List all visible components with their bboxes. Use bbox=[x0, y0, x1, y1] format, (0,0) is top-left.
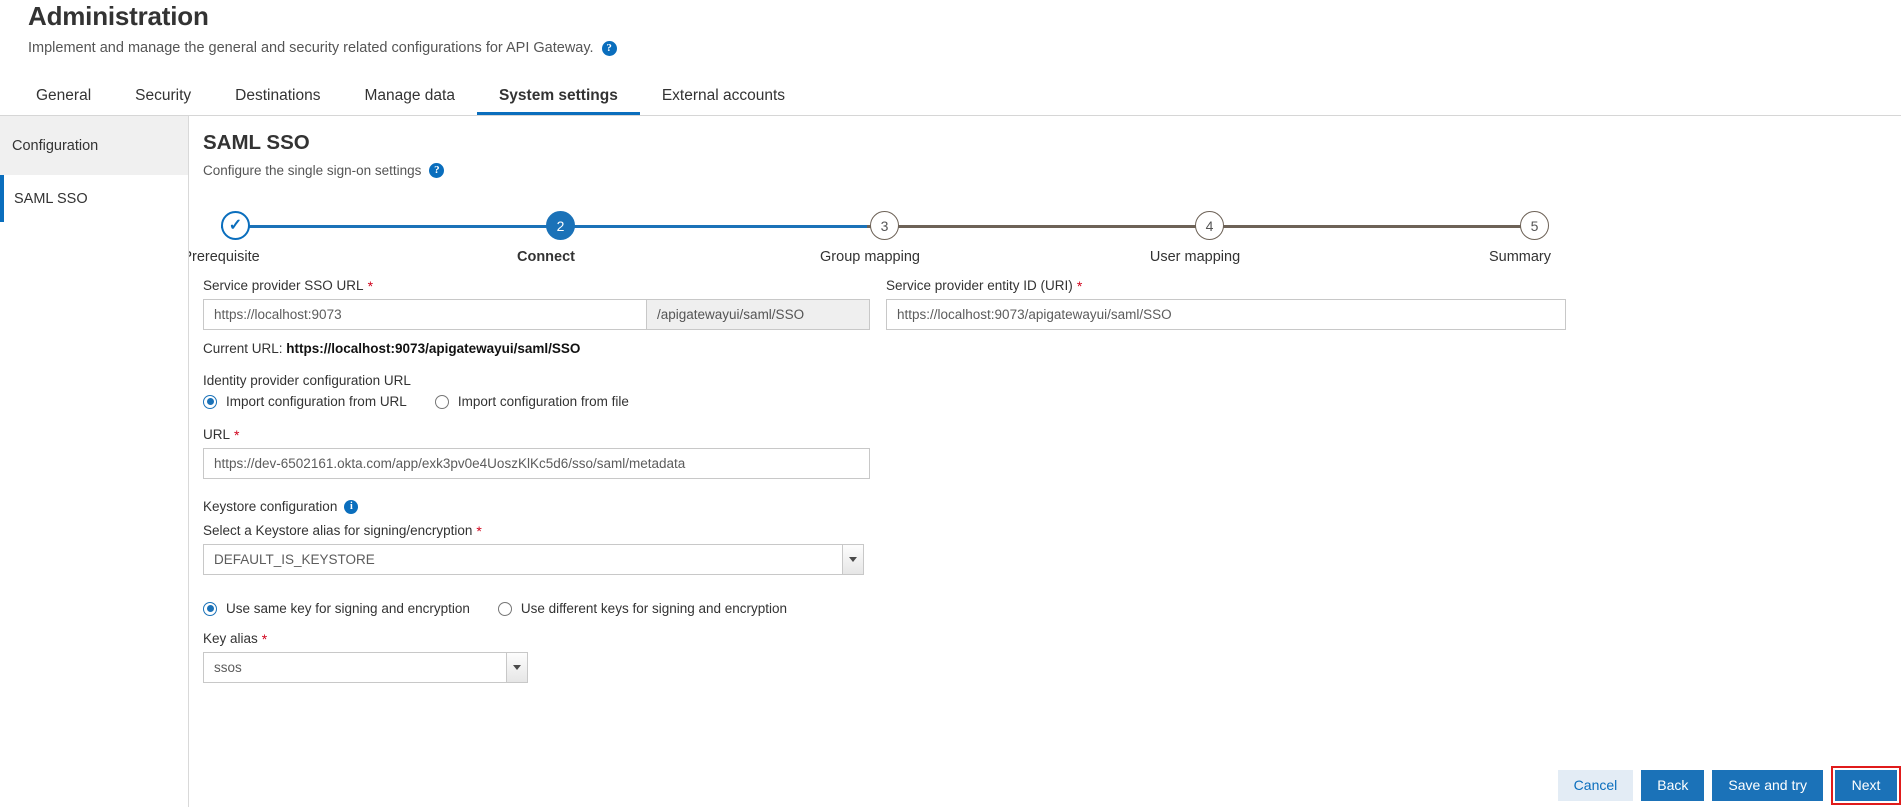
page-subtitle-text: Implement and manage the general and sec… bbox=[28, 40, 594, 56]
step-1-label: Prerequisite bbox=[189, 249, 260, 265]
key-alias-select[interactable]: ssos bbox=[203, 652, 528, 683]
step-3-label: Group mapping bbox=[820, 249, 920, 265]
sp-sso-url-suffix: /apigatewayui/saml/SSO bbox=[646, 299, 870, 330]
step-3-number: 3 bbox=[880, 217, 889, 234]
main-content: SAML SSO Configure the single sign-on se… bbox=[189, 116, 1901, 807]
step-1-circle: ✓ bbox=[221, 211, 250, 240]
page-body: Configuration SAML SSO SAML SSO Configur… bbox=[0, 116, 1901, 807]
step-2-number: 2 bbox=[556, 217, 565, 234]
sp-entity-id-label-text: Service provider entity ID (URI) bbox=[886, 278, 1073, 293]
key-alias-group: Key alias * ssos bbox=[203, 631, 1901, 687]
wizard-footer: Cancel Back Save and try Next bbox=[1557, 766, 1901, 805]
sidebar-item-label: SAML SSO bbox=[14, 190, 88, 207]
sp-entity-id-group: Service provider entity ID (URI) * bbox=[886, 278, 1566, 356]
sidebar-group-configuration: Configuration bbox=[0, 116, 188, 175]
current-url-value: https://localhost:9073/apigatewayui/saml… bbox=[286, 341, 581, 356]
next-button-highlight: Next bbox=[1831, 766, 1901, 805]
section-title: SAML SSO bbox=[203, 131, 310, 154]
sp-sso-url-label: Service provider SSO URL * bbox=[203, 278, 870, 293]
required-marker: * bbox=[476, 522, 482, 539]
help-icon[interactable]: ? bbox=[601, 40, 617, 56]
wizard-stepper: ✓ Prerequisite 2 Connect 3 Group mapping… bbox=[189, 196, 1551, 272]
sp-sso-url-label-text: Service provider SSO URL bbox=[203, 278, 364, 293]
key-alias-value: ssos bbox=[214, 660, 242, 675]
sidebar: Configuration SAML SSO bbox=[0, 116, 189, 807]
page-subtitle: Implement and manage the general and sec… bbox=[28, 40, 1901, 56]
tab-manage-data[interactable]: Manage data bbox=[342, 78, 477, 115]
connect-form: Service provider SSO URL * /apigatewayui… bbox=[203, 278, 1901, 687]
chevron-down-icon[interactable] bbox=[506, 653, 527, 682]
section-subtitle: Configure the single sign-on settings ? bbox=[203, 163, 1901, 178]
sp-entity-id-label: Service provider entity ID (URI) * bbox=[886, 278, 1566, 293]
step-2-label: Connect bbox=[517, 249, 575, 265]
idp-config-url-label: Identity provider configuration URL bbox=[203, 373, 411, 388]
sp-sso-url-input[interactable] bbox=[203, 299, 646, 330]
required-marker: * bbox=[1076, 277, 1083, 294]
back-button[interactable]: Back bbox=[1641, 770, 1705, 801]
url-input[interactable] bbox=[203, 448, 870, 479]
step-5-number: 5 bbox=[1530, 217, 1539, 234]
keystore-alias-label: Select a Keystore alias for signing/encr… bbox=[203, 523, 1901, 538]
keystore-configuration-section: Keystore configuration i Select a Keysto… bbox=[203, 499, 1901, 579]
key-usage-radios: Use same key for signing and encryption … bbox=[203, 601, 1901, 616]
radio-import-from-file-label[interactable]: Import configuration from file bbox=[458, 394, 629, 409]
radio-same-key-label[interactable]: Use same key for signing and encryption bbox=[226, 601, 470, 616]
keystore-configuration-heading: Keystore configuration i bbox=[203, 499, 1901, 514]
main-tabs: General Security Destinations Manage dat… bbox=[0, 78, 1901, 116]
form-row-urls: Service provider SSO URL * /apigatewayui… bbox=[203, 278, 1901, 356]
radio-import-from-url-label[interactable]: Import configuration from URL bbox=[226, 394, 407, 409]
radio-import-from-url[interactable] bbox=[203, 394, 217, 409]
info-icon[interactable]: i bbox=[344, 499, 359, 514]
radio-import-from-file[interactable] bbox=[434, 394, 449, 409]
step-4-circle: 4 bbox=[1195, 211, 1224, 240]
current-url-line: Current URL: https://localhost:9073/apig… bbox=[203, 341, 870, 356]
required-marker: * bbox=[234, 426, 240, 443]
required-marker: * bbox=[261, 630, 268, 647]
stepper-line-done bbox=[221, 225, 867, 228]
idp-config-url-group: Identity provider configuration URL Impo… bbox=[203, 373, 1901, 409]
keystore-alias-label-text: Select a Keystore alias for signing/encr… bbox=[203, 523, 473, 538]
sp-sso-url-input-group: /apigatewayui/saml/SSO bbox=[203, 299, 870, 330]
radio-different-keys[interactable] bbox=[497, 601, 512, 616]
tab-general[interactable]: General bbox=[14, 78, 113, 115]
stepper-track: ✓ Prerequisite 2 Connect 3 Group mapping… bbox=[189, 211, 1551, 287]
step-2-circle: 2 bbox=[546, 211, 575, 240]
sp-sso-url-group: Service provider SSO URL * /apigatewayui… bbox=[203, 278, 870, 356]
keystore-alias-select[interactable]: DEFAULT_IS_KEYSTORE bbox=[203, 544, 864, 575]
required-marker: * bbox=[367, 277, 374, 294]
step-4-number: 4 bbox=[1205, 217, 1214, 234]
key-alias-label-text: Key alias bbox=[203, 631, 258, 646]
url-label-text: URL bbox=[203, 427, 231, 442]
tab-destinations[interactable]: Destinations bbox=[213, 78, 342, 115]
idp-config-source-radios: Import configuration from URL Import con… bbox=[203, 394, 1901, 409]
step-4-label: User mapping bbox=[1149, 249, 1241, 265]
next-button[interactable]: Next bbox=[1835, 770, 1897, 801]
keystore-alias-value: DEFAULT_IS_KEYSTORE bbox=[214, 552, 375, 567]
page-header: Administration Implement and manage the … bbox=[0, 0, 1901, 56]
step-3-circle: 3 bbox=[870, 211, 899, 240]
current-url-prefix: Current URL: bbox=[203, 341, 283, 356]
save-and-try-button[interactable]: Save and try bbox=[1712, 770, 1823, 801]
section-help-icon[interactable]: ? bbox=[429, 163, 445, 178]
cancel-button[interactable]: Cancel bbox=[1557, 770, 1634, 801]
url-label: URL * bbox=[203, 427, 1901, 442]
sp-entity-id-input[interactable] bbox=[886, 299, 1566, 330]
url-group: URL * bbox=[203, 427, 1901, 479]
keystore-configuration-label: Keystore configuration bbox=[203, 499, 338, 514]
sidebar-item-saml-sso[interactable]: SAML SSO bbox=[0, 175, 188, 222]
tab-system-settings[interactable]: System settings bbox=[476, 78, 640, 115]
chevron-down-icon[interactable] bbox=[842, 545, 863, 574]
step-5-label: Summary bbox=[1488, 249, 1552, 265]
radio-same-key[interactable] bbox=[203, 601, 217, 616]
administration-page: Administration Implement and manage the … bbox=[0, 0, 1901, 807]
key-alias-label: Key alias * bbox=[203, 631, 1901, 646]
check-icon: ✓ bbox=[228, 216, 243, 234]
tab-external-accounts[interactable]: External accounts bbox=[640, 78, 807, 115]
tab-security[interactable]: Security bbox=[113, 78, 213, 115]
radio-different-keys-label[interactable]: Use different keys for signing and encry… bbox=[521, 601, 787, 616]
step-5-circle: 5 bbox=[1520, 211, 1549, 240]
page-title: Administration bbox=[28, 1, 209, 31]
section-subtitle-text: Configure the single sign-on settings bbox=[203, 163, 422, 178]
